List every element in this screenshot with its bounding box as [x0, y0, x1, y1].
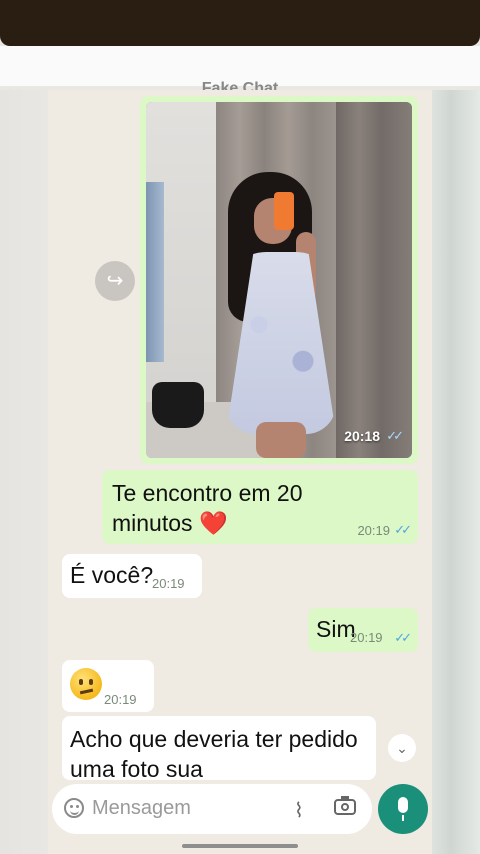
message-bubble[interactable]: Acho que deveria ter pedido uma foto sua [62, 716, 376, 780]
message-text: Acho que deveria ter pedido uma foto sua [70, 726, 358, 780]
message-bubble[interactable]: Sim 20:19 ✓✓ [308, 608, 418, 652]
read-receipt-icon: ✓✓ [394, 522, 412, 537]
forward-icon[interactable]: ↪ [95, 261, 135, 301]
mic-button[interactable] [378, 784, 428, 834]
home-indicator [182, 844, 298, 848]
message-bubble[interactable]: Te encontro em 20 minutos ❤️ 20:19 ✓✓ [102, 470, 418, 544]
neutral-face-emoji-icon [70, 668, 102, 700]
read-receipt-icon: ✓✓ [394, 630, 412, 645]
read-receipt-icon: ✓✓ [386, 428, 404, 443]
message-bubble[interactable]: 20:19 [62, 660, 154, 712]
chat-title: Fake Chat [201, 80, 279, 90]
message-input-bar[interactable]: Mensagem ⌇ [52, 784, 372, 834]
attach-icon[interactable]: ⌇ [294, 798, 304, 823]
message-input[interactable]: Mensagem [92, 797, 191, 820]
camera-icon[interactable] [334, 796, 356, 815]
message-text: É você? [70, 562, 154, 588]
photo-message[interactable]: 20:18 ✓✓ [140, 96, 418, 464]
message-time: 20:19 [357, 523, 390, 538]
emoji-icon[interactable] [64, 798, 84, 818]
message-time: 20:19 [104, 692, 137, 707]
message-time: 20:19 [350, 630, 383, 645]
message-time: 20:19 [152, 576, 185, 591]
scroll-down-button[interactable]: ⌄ [388, 734, 416, 762]
left-edge [0, 90, 48, 854]
right-edge [432, 90, 480, 854]
photo-image[interactable]: 20:18 ✓✓ [146, 102, 412, 458]
status-bar [0, 0, 480, 46]
message-bubble[interactable]: É você? 20:19 [62, 554, 202, 598]
heart-emoji: ❤️ [198, 510, 228, 536]
mic-icon [398, 797, 408, 821]
message-time: 20:18 [344, 428, 380, 444]
